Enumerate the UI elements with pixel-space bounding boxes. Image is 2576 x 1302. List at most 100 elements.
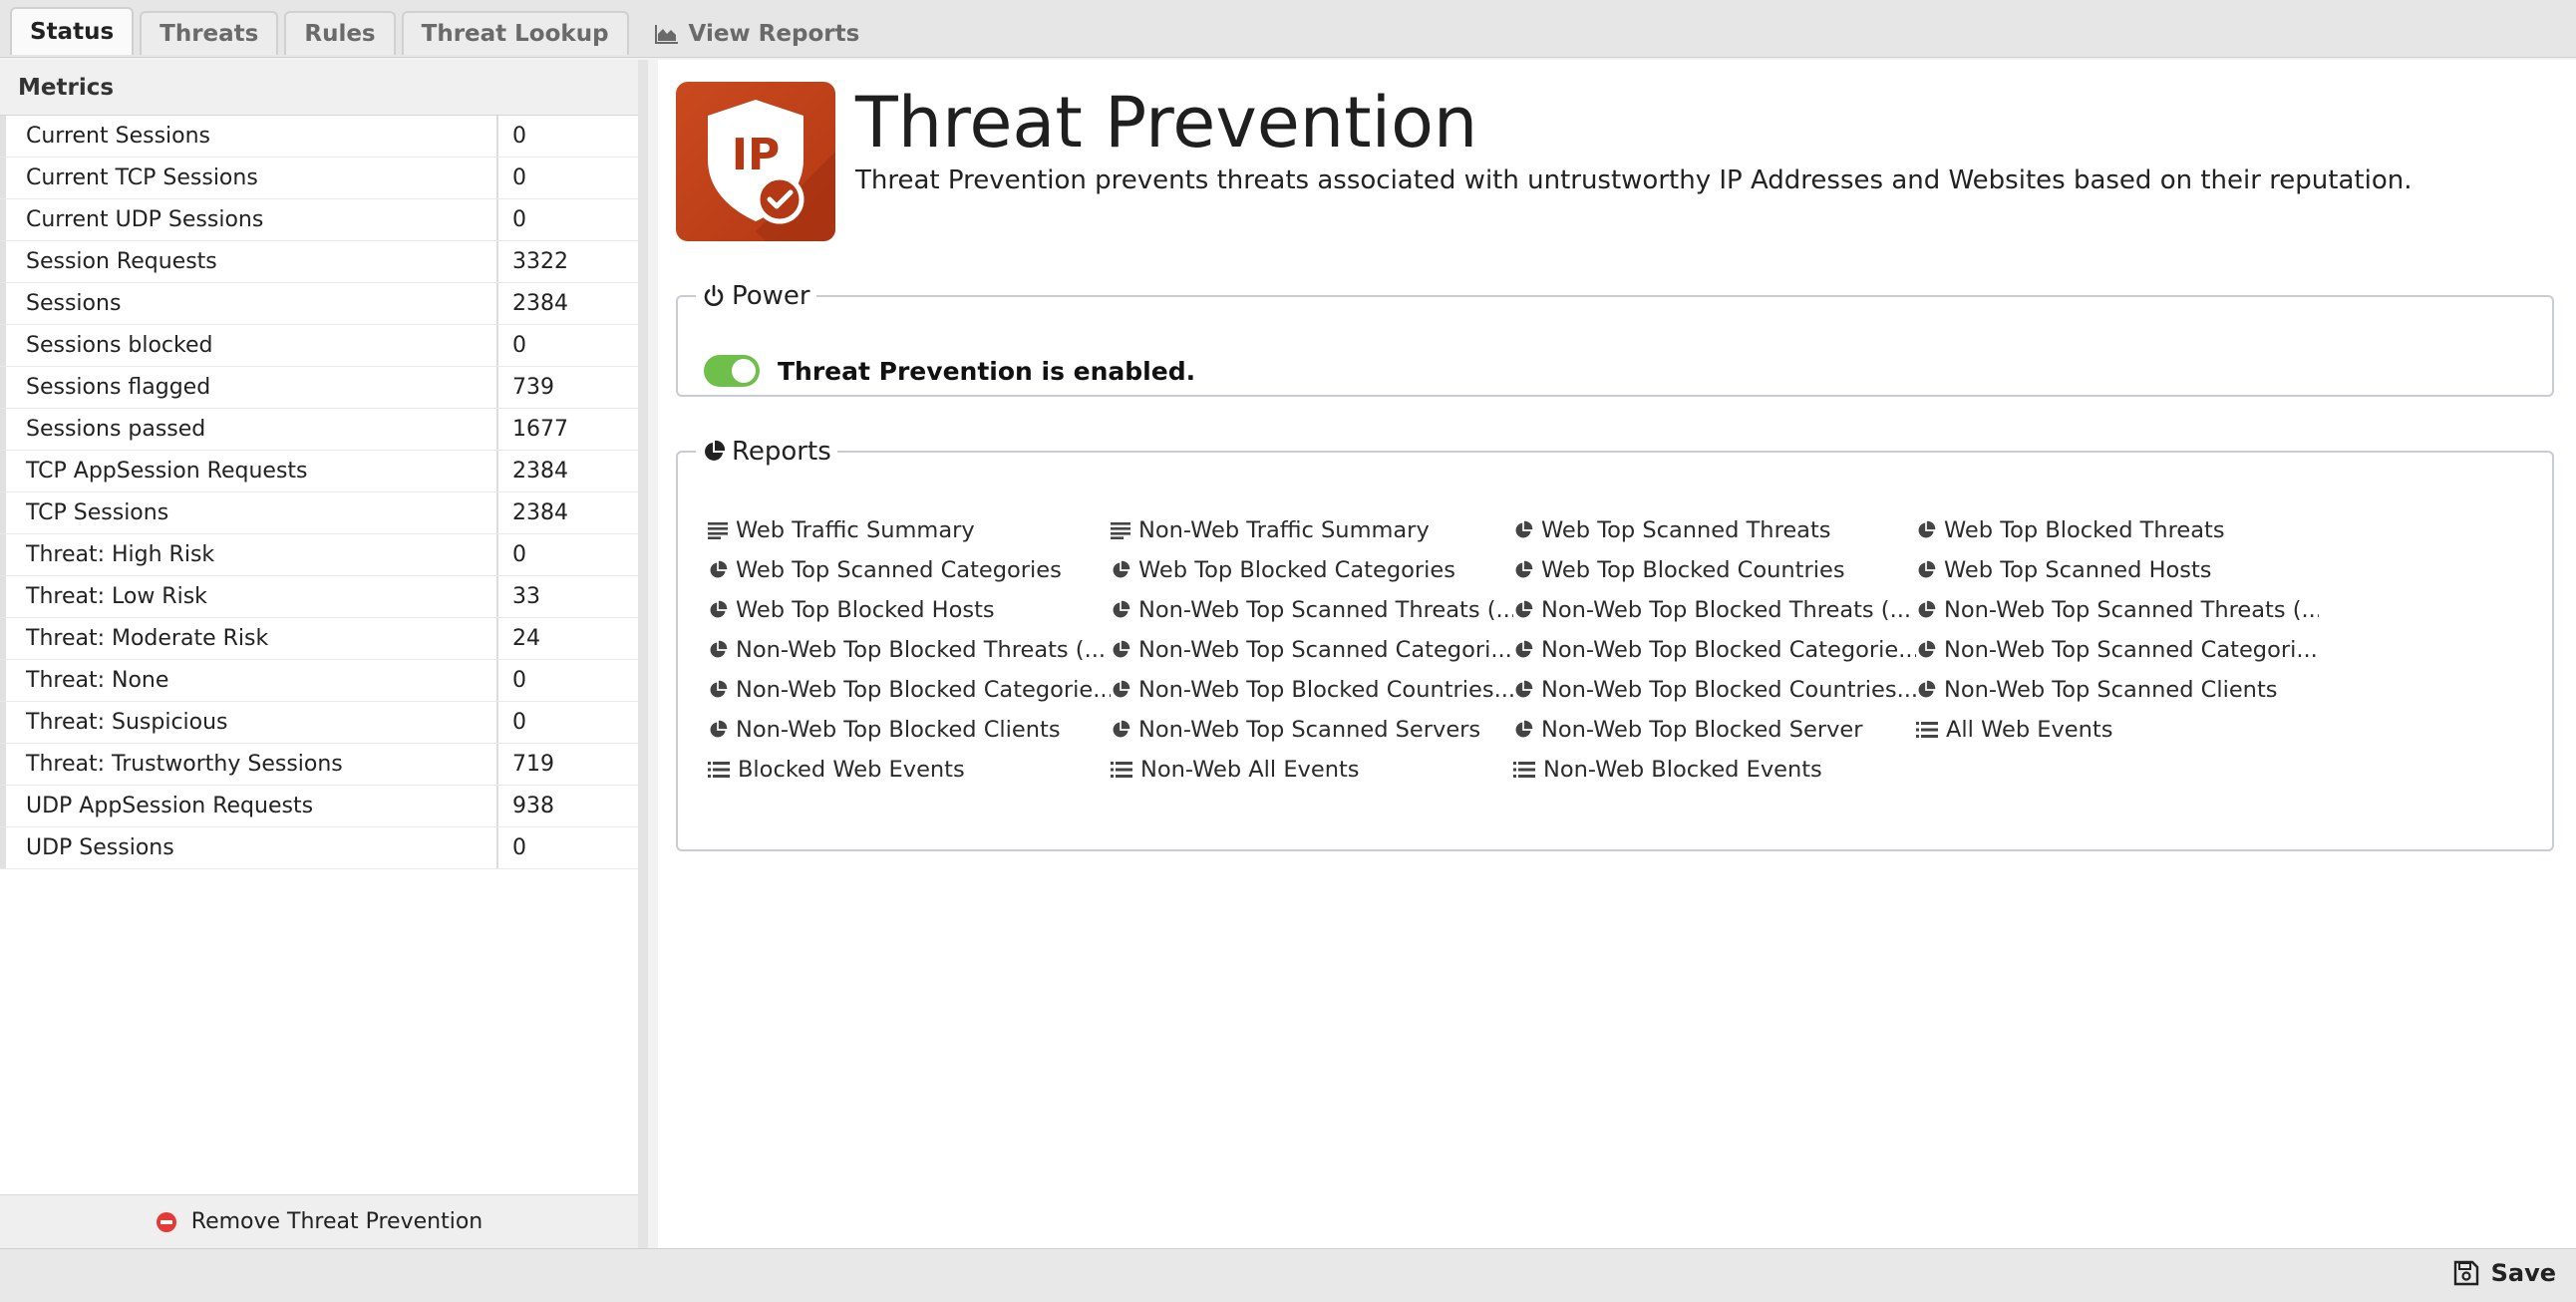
pie-chart-icon xyxy=(1513,600,1533,620)
list-icon xyxy=(1513,761,1535,779)
report-link[interactable]: Non-Web Top Blocked Countries... xyxy=(1513,676,1916,704)
pie-chart-icon xyxy=(1513,720,1533,740)
metric-value: 2384 xyxy=(512,500,568,525)
report-link[interactable]: Web Top Blocked Categories xyxy=(1111,556,1513,584)
metric-name: Threat: Suspicious xyxy=(0,702,498,743)
report-link-label: All Web Events xyxy=(1946,717,2113,743)
report-link[interactable]: Web Top Blocked Hosts xyxy=(708,596,1111,624)
metrics-row: Current Sessions 0 xyxy=(0,116,638,158)
report-link[interactable]: Web Top Scanned Hosts xyxy=(1916,556,2319,584)
report-link-label: Non-Web Top Blocked Categorie... xyxy=(1541,637,1916,663)
metric-name: Sessions xyxy=(0,283,498,324)
pie-chart-icon xyxy=(708,720,728,740)
metric-value: 33 xyxy=(512,584,540,609)
report-link-label: Web Top Blocked Countries xyxy=(1541,557,1845,583)
power-status-row: Threat Prevention is enabled. xyxy=(704,355,1195,387)
reports-grid: Web Traffic Summary Non-Web Traffic Summa… xyxy=(708,516,2542,784)
metrics-row: Current UDP Sessions 0 xyxy=(0,199,638,241)
pie-chart-icon xyxy=(1916,520,1936,540)
tab-view-reports[interactable]: View Reports xyxy=(635,11,880,55)
report-link[interactable]: Non-Web Top Scanned Categori... xyxy=(1111,636,1513,664)
metrics-row: Session Requests 3322 xyxy=(0,241,638,283)
metric-name: TCP AppSession Requests xyxy=(0,451,498,491)
report-link[interactable]: Blocked Web Events xyxy=(708,756,1111,784)
report-link[interactable]: Non-Web Top Scanned Threats (... xyxy=(1111,596,1513,624)
report-link[interactable]: Web Traffic Summary xyxy=(708,516,1111,544)
report-link[interactable]: Non-Web All Events xyxy=(1111,756,1513,784)
report-link-label: Non-Web Blocked Events xyxy=(1543,757,1822,783)
report-link[interactable]: Web Top Blocked Threats xyxy=(1916,516,2319,544)
power-fieldset: Power Threat Prevention is enabled. xyxy=(676,281,2554,397)
main-panel: IP Threat Prevention Threat Prevention p… xyxy=(658,60,2576,1248)
report-link[interactable]: Non-Web Blocked Events xyxy=(1513,756,1916,784)
metrics-table: Current Sessions 0 Current TCP Sessions 0 Cu… xyxy=(0,116,638,869)
reports-fieldset: Reports Web Traffic Summary Non-Web Traff… xyxy=(676,437,2554,851)
report-link[interactable]: Non-Web Top Blocked Categorie... xyxy=(1513,636,1916,664)
report-link[interactable]: Non-Web Top Scanned Clients xyxy=(1916,676,2319,704)
report-link-label: Non-Web Traffic Summary xyxy=(1138,517,1430,543)
power-toggle[interactable] xyxy=(704,355,760,387)
metric-value: 2384 xyxy=(512,459,568,484)
pie-chart-icon xyxy=(1916,600,1936,620)
tab-rules[interactable]: Rules xyxy=(284,11,396,55)
metrics-row: Sessions flagged 739 xyxy=(0,367,638,409)
tab-status[interactable]: Status xyxy=(10,7,135,55)
save-button[interactable]: Save xyxy=(2453,1259,2556,1287)
tab-rules-label: Rules xyxy=(304,21,376,47)
metric-name: Sessions passed xyxy=(0,409,498,450)
metric-value: 1677 xyxy=(512,417,568,442)
metric-name: Session Requests xyxy=(0,241,498,282)
report-link[interactable]: Web Top Blocked Countries xyxy=(1513,556,1916,584)
report-link[interactable]: Web Top Scanned Categories xyxy=(708,556,1111,584)
metric-name: UDP Sessions xyxy=(0,827,498,868)
metrics-row: TCP Sessions 2384 xyxy=(0,492,638,534)
report-link[interactable]: Non-Web Top Scanned Servers xyxy=(1111,716,1513,744)
report-link-label: Non-Web Top Blocked Threats (... xyxy=(1541,597,1912,623)
bottom-toolbar: Save xyxy=(0,1248,2576,1302)
metrics-row: UDP AppSession Requests 938 xyxy=(0,786,638,827)
tab-threat-lookup[interactable]: Threat Lookup xyxy=(401,11,629,55)
report-link[interactable]: Non-Web Top Scanned Categori... xyxy=(1916,636,2319,664)
metric-name: Threat: None xyxy=(0,660,498,701)
report-link-label: Non-Web Top Scanned Clients xyxy=(1944,677,2278,703)
metrics-row: Threat: Moderate Risk 24 xyxy=(0,618,638,660)
metric-value: 0 xyxy=(512,710,526,735)
remove-app-button[interactable]: Remove Threat Prevention xyxy=(0,1194,638,1248)
metric-value: 0 xyxy=(512,124,526,149)
remove-app-label: Remove Threat Prevention xyxy=(190,1209,483,1234)
report-link[interactable]: Web Top Scanned Threats xyxy=(1513,516,1916,544)
report-link[interactable]: Non-Web Top Blocked Categorie... xyxy=(708,676,1111,704)
metrics-row: Threat: Low Risk 33 xyxy=(0,576,638,618)
metrics-row: Threat: Trustworthy Sessions 719 xyxy=(0,744,638,786)
metric-name: Threat: Trustworthy Sessions xyxy=(0,744,498,785)
pie-chart-icon xyxy=(1513,520,1533,540)
report-link[interactable]: Non-Web Top Blocked Clients xyxy=(708,716,1111,744)
metric-name: Threat: High Risk xyxy=(0,534,498,575)
report-link[interactable]: Non-Web Traffic Summary xyxy=(1111,516,1513,544)
pie-chart-icon xyxy=(1916,560,1936,580)
report-link-label: Non-Web Top Blocked Clients xyxy=(736,717,1061,743)
metric-name: Current UDP Sessions xyxy=(0,199,498,240)
report-link[interactable]: Non-Web Top Blocked Server xyxy=(1513,716,1916,744)
report-link[interactable]: Non-Web Top Blocked Threats (... xyxy=(708,636,1111,664)
report-link[interactable]: Non-Web Top Blocked Countries... xyxy=(1111,676,1513,704)
text-lines-icon xyxy=(1111,521,1130,539)
report-link-label: Non-Web Top Blocked Countries... xyxy=(1138,677,1513,703)
pie-chart-icon xyxy=(702,440,726,464)
metrics-header: Metrics xyxy=(0,60,638,116)
pie-chart-icon xyxy=(1513,640,1533,660)
power-legend: Power xyxy=(696,281,816,311)
tab-threat-lookup-label: Threat Lookup xyxy=(421,21,609,47)
metrics-panel: Metrics Current Sessions 0 Current TCP Ses… xyxy=(0,60,648,1248)
report-link[interactable]: Non-Web Top Blocked Threats (... xyxy=(1513,596,1916,624)
report-link-label: Web Top Blocked Hosts xyxy=(736,597,995,623)
threat-prevention-app-icon: IP xyxy=(676,82,835,241)
metrics-row: Sessions 2384 xyxy=(0,283,638,325)
report-link[interactable]: Non-Web Top Scanned Threats (... xyxy=(1916,596,2319,624)
tab-threats[interactable]: Threats xyxy=(140,11,279,55)
metrics-row: Threat: High Risk 0 xyxy=(0,534,638,576)
pie-chart-icon xyxy=(1111,680,1130,700)
pie-chart-icon xyxy=(708,640,728,660)
report-link[interactable]: All Web Events xyxy=(1916,716,2319,744)
metric-name: Sessions blocked xyxy=(0,325,498,366)
